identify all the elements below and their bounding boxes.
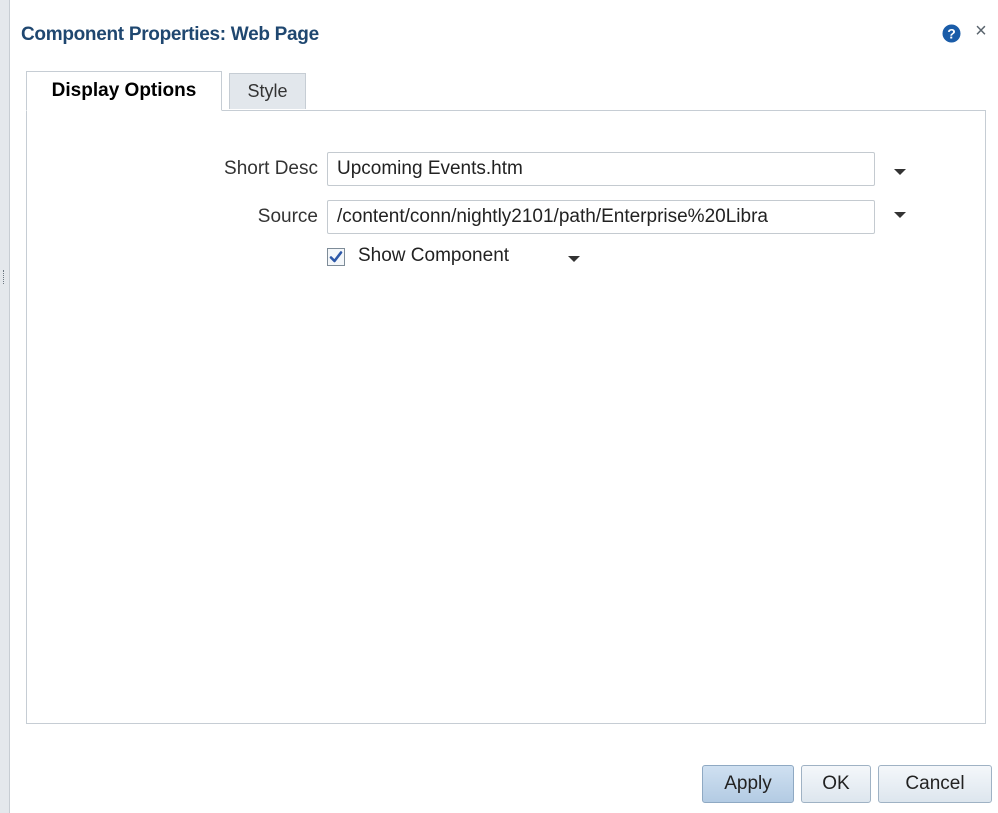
tab-display-options[interactable]: Display Options [26, 71, 222, 111]
source-input[interactable]: /content/conn/nightly2101/path/Enterpris… [327, 200, 875, 234]
resize-grip-icon[interactable] [3, 270, 6, 284]
tab-label: Display Options [51, 80, 197, 101]
show-component-dropdown-icon[interactable] [568, 256, 580, 262]
help-icon[interactable]: ? [942, 24, 961, 43]
apply-button[interactable]: Apply [702, 765, 794, 803]
short-desc-dropdown-icon[interactable] [894, 169, 906, 175]
show-component-label: Show Component [358, 245, 510, 266]
tab-style[interactable]: Style [229, 73, 306, 109]
source-label: Source [257, 206, 318, 227]
svg-text:?: ? [947, 26, 956, 42]
ok-button[interactable]: OK [801, 765, 871, 803]
source-dropdown-icon[interactable] [894, 212, 906, 218]
left-resize-edge[interactable] [0, 0, 10, 813]
short-desc-input[interactable]: Upcoming Events.htm [327, 152, 875, 186]
cancel-button[interactable]: Cancel [878, 765, 992, 803]
close-icon[interactable]: × [972, 20, 990, 42]
short-desc-label: Short Desc [224, 158, 318, 179]
show-component-checkbox[interactable] [327, 248, 345, 266]
dialog-title: Component Properties: Web Page [21, 24, 319, 45]
tab-label: Style [247, 81, 288, 101]
component-properties-dialog: Component Properties: Web Page ? × Displ… [10, 0, 998, 813]
